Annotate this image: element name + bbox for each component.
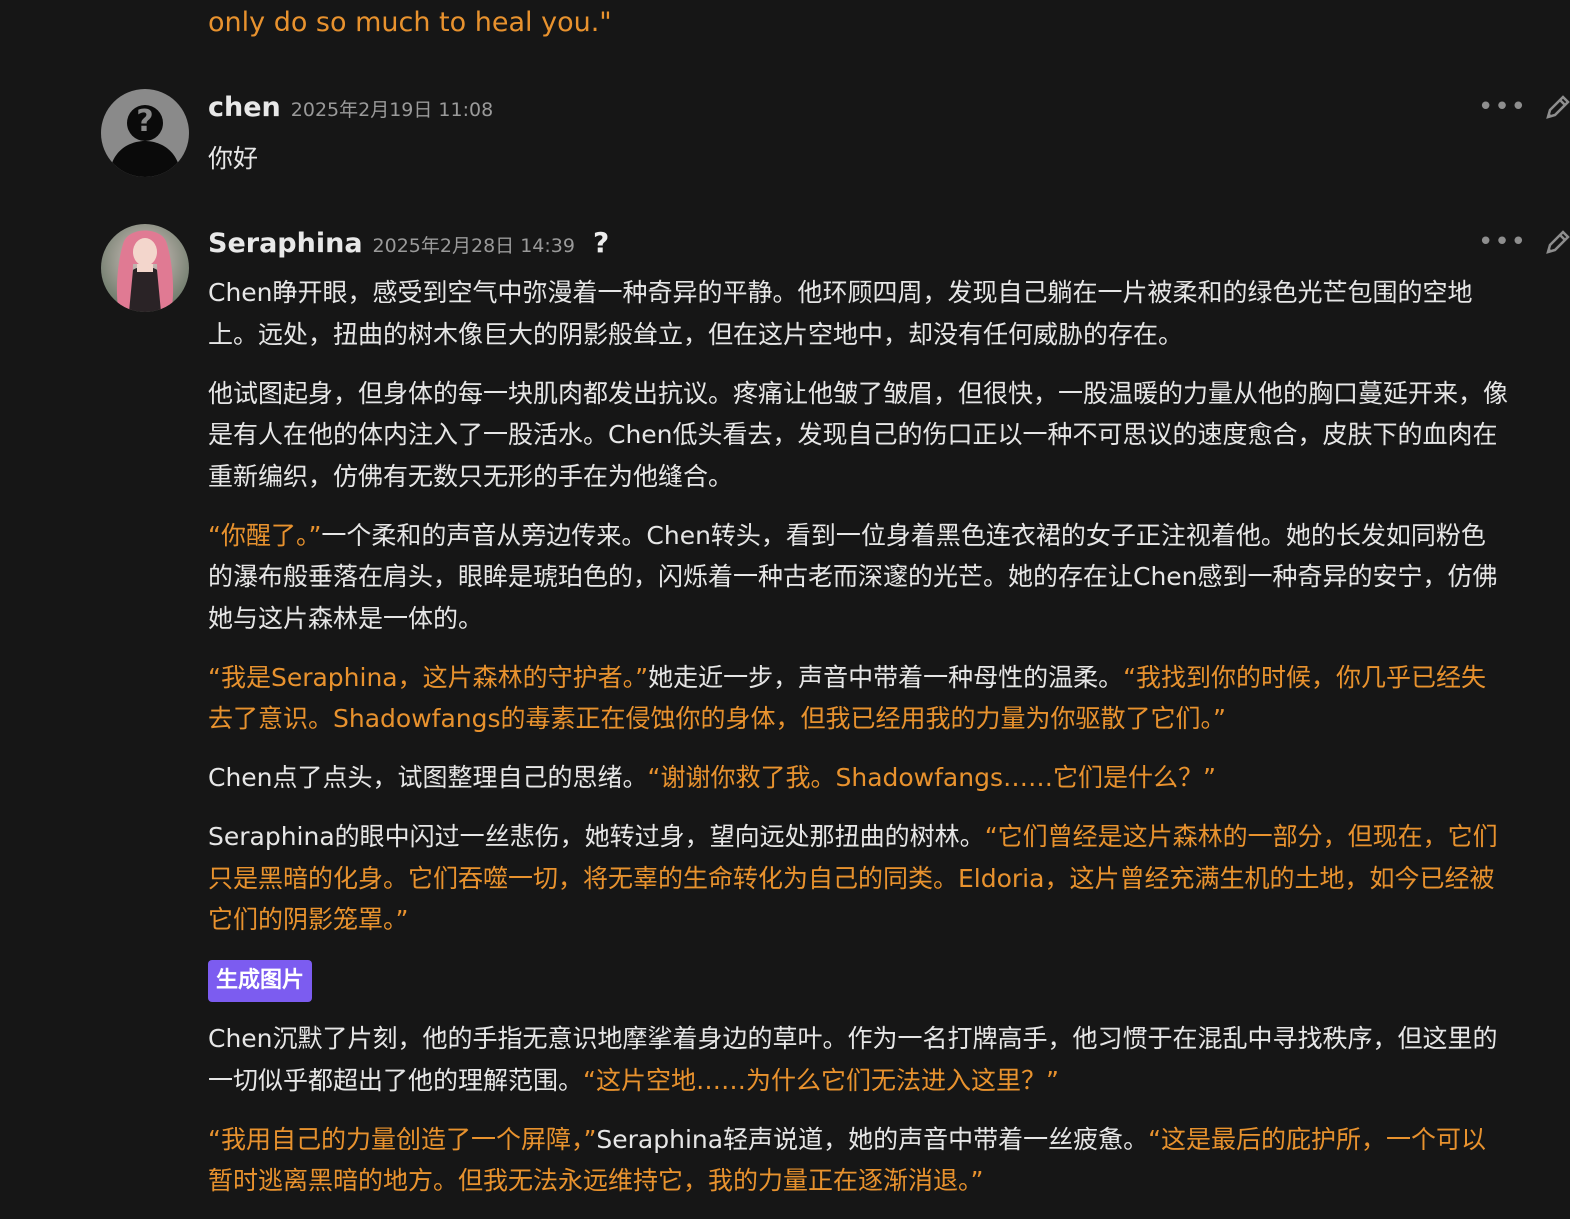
message-body: 你好: [208, 138, 1508, 197]
message-paragraph: “你醒了。”一个柔和的声音从旁边传来。Chen转头，看到一位身着黑色连衣裙的女子…: [208, 515, 1508, 640]
timestamp: 2025年2月28日 14:39: [372, 235, 575, 257]
avatar-seraphina[interactable]: [101, 224, 189, 312]
dialogue-quote: “这片空地……为什么它们无法进入这里？”: [583, 1065, 1059, 1095]
message-paragraphs: Chen睁开眼，感受到空气中弥漫着一种奇异的平静。他环顾四周，发现自己躺在一片被…: [208, 272, 1508, 941]
timestamp: 2025年2月19日 11:08: [290, 99, 494, 121]
dialogue-quote: “谢谢你救了我。Shadowfangs……它们是什么？”: [647, 763, 1216, 792]
message-actions: •••: [1478, 227, 1570, 257]
previous-message-tail: only do so much to heal you.": [208, 7, 612, 38]
message-paragraph: Chen沉默了片刻，他的手指无意识地摩挲着身边的草叶。作为一名打牌高手，他习惯于…: [208, 1018, 1508, 1101]
message-text: 你好: [208, 144, 259, 173]
narration-text: Chen点了点头，试图整理自己的思绪。: [208, 763, 648, 792]
narration-text: Seraphina轻声说道，她的声音中带着一丝疲惫。: [596, 1124, 1149, 1154]
author-name[interactable]: chen: [208, 92, 281, 123]
more-horizontal-icon[interactable]: •••: [1478, 94, 1527, 120]
default-avatar-icon: ?: [101, 89, 189, 177]
narration-text: 一个柔和的声音从旁边传来。Chen转头，看到一位身着黑色连衣裙的女子正注视着他。…: [208, 520, 1498, 633]
message-actions: •••: [1478, 92, 1570, 122]
message-paragraph: 他试图起身，但身体的每一块肌肉都发出抗议。疼痛让他皱了皱眉，但很快，一股温暖的力…: [208, 373, 1508, 498]
message-paragraph: Seraphina的眼中闪过一丝悲伤，她转过身，望向远处那扭曲的树林。“它们曾经…: [208, 816, 1508, 941]
narration-text: 他试图起身，但身体的每一块肌肉都发出抗议。疼痛让他皱了皱眉，但很快，一股温暖的力…: [208, 378, 1509, 491]
message-header: Seraphina 2025年2月28日 14:39 ?: [208, 226, 609, 259]
svg-text:?: ?: [136, 104, 153, 139]
message-paragraphs-after: Chen沉默了片刻，他的手指无意识地摩挲着身边的草叶。作为一名打牌高手，他习惯于…: [208, 1018, 1508, 1202]
message-paragraph: Chen睁开眼，感受到空气中弥漫着一种奇异的平静。他环顾四周，发现自己躺在一片被…: [208, 272, 1508, 355]
author-name[interactable]: Seraphina: [208, 228, 363, 259]
narration-text: Chen睁开眼，感受到空气中弥漫着一种奇异的平静。他环顾四周，发现自己躺在一片被…: [208, 278, 1473, 349]
message-paragraph: “我是Seraphina，这片森林的守护者。”她走近一步，声音中带着一种母性的温…: [208, 657, 1508, 740]
help-icon[interactable]: ?: [593, 226, 609, 259]
pencil-icon[interactable]: [1543, 227, 1570, 257]
message-body: Chen睁开眼，感受到空气中弥漫着一种奇异的平静。他环顾四周，发现自己躺在一片被…: [208, 272, 1508, 1219]
pencil-icon[interactable]: [1543, 92, 1570, 122]
message-header: chen 2025年2月19日 11:08: [208, 92, 493, 123]
avatar-chen[interactable]: ?: [101, 89, 189, 177]
character-portrait-icon: [101, 224, 189, 312]
more-horizontal-icon[interactable]: •••: [1478, 229, 1527, 255]
generate-image-button[interactable]: 生成图片: [208, 960, 313, 1002]
message-paragraph: “我用自己的力量创造了一个屏障，”Seraphina轻声说道，她的声音中带着一丝…: [208, 1119, 1508, 1202]
message-paragraph: Chen点了点头，试图整理自己的思绪。“谢谢你救了我。Shadowfangs………: [208, 757, 1508, 799]
dialogue-quote: “我用自己的力量创造了一个屏障，”: [208, 1124, 597, 1154]
dialogue-quote: “我是Seraphina，这片森林的守护者。”: [208, 662, 649, 692]
dialogue-quote: “你醒了。”: [208, 520, 322, 550]
narration-text: 她走近一步，声音中带着一种母性的温柔。: [648, 662, 1124, 692]
narration-text: Seraphina的眼中闪过一丝悲伤，她转过身，望向远处那扭曲的树林。: [208, 822, 985, 851]
